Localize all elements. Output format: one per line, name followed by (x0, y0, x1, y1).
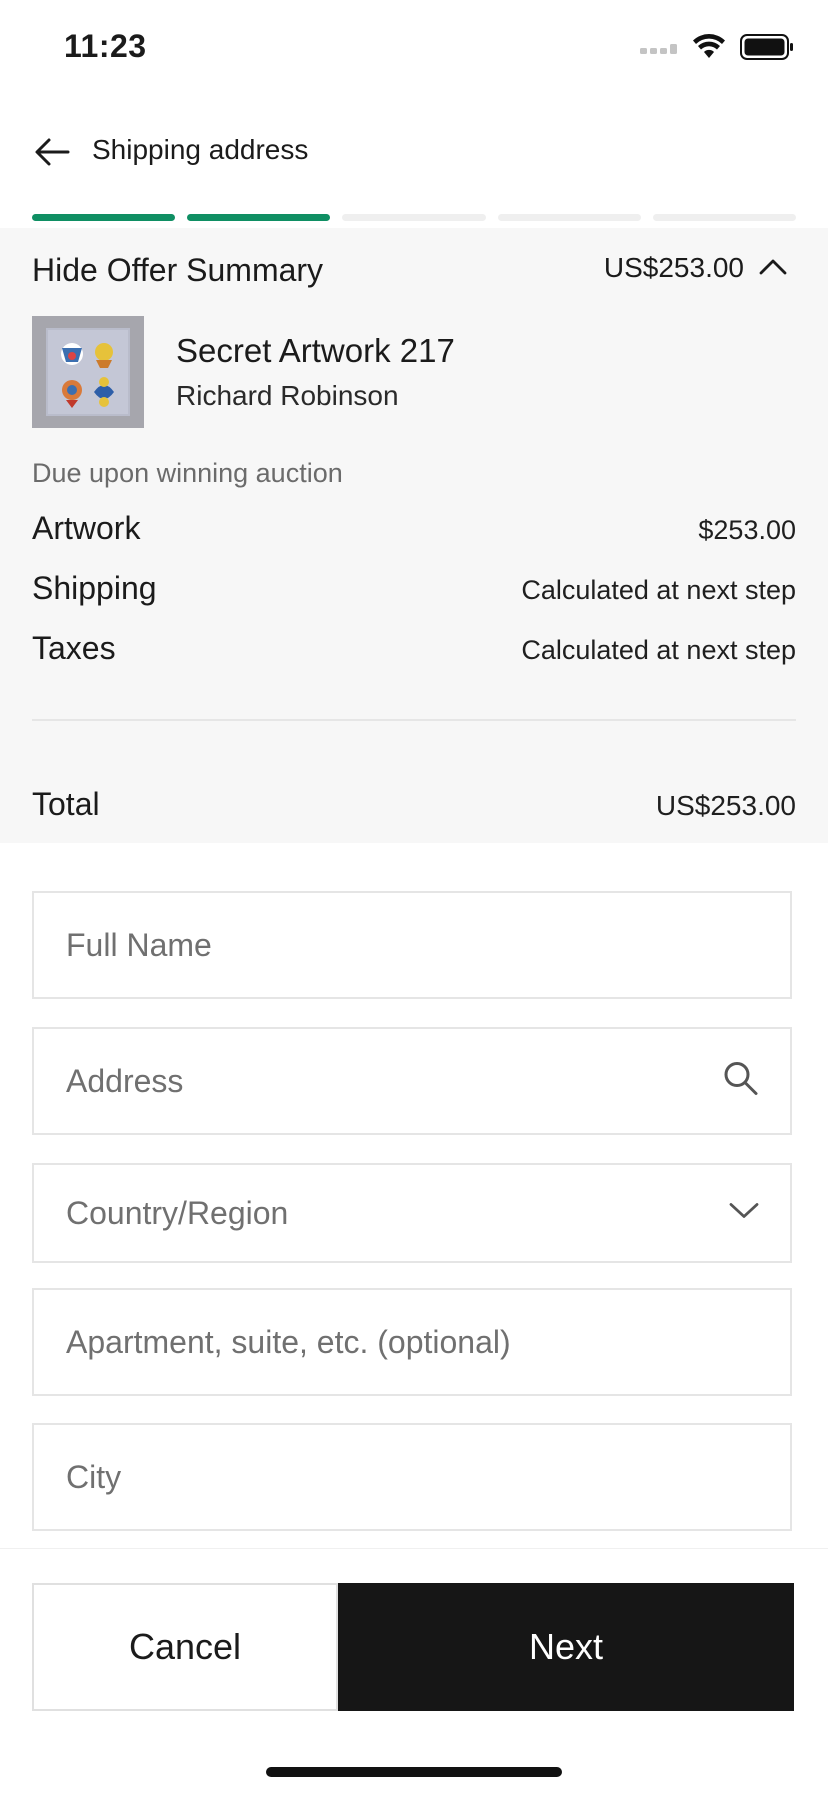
chevron-up-icon (758, 252, 788, 284)
apartment-input[interactable] (34, 1290, 790, 1394)
status-icons (640, 34, 794, 65)
step-progress (32, 214, 797, 221)
status-bar: 11:23 (0, 0, 828, 100)
line-item-value: Calculated at next step (521, 575, 796, 605)
cancel-button[interactable]: Cancel (32, 1583, 338, 1711)
status-time: 11:23 (64, 28, 147, 64)
back-button[interactable] (32, 132, 76, 176)
page-title: Shipping address (92, 134, 309, 165)
full-name-input[interactable] (34, 893, 790, 997)
hide-offer-summary-toggle[interactable]: Hide Offer Summary (32, 252, 323, 289)
city-field[interactable] (32, 1423, 792, 1531)
line-item-label: Taxes (32, 630, 116, 666)
battery-icon (740, 34, 794, 65)
summary-divider (32, 719, 796, 721)
country-region-select[interactable]: Country/Region (32, 1163, 792, 1263)
nav-header: Shipping address (0, 120, 828, 184)
chevron-down-icon (728, 1201, 760, 1226)
line-item-shipping: Shipping Calculated at next step (32, 570, 796, 607)
progress-step-4 (497, 214, 641, 221)
line-item-taxes: Taxes Calculated at next step (32, 630, 796, 667)
cellular-signal-icon (640, 40, 678, 59)
back-arrow-icon (32, 138, 72, 176)
total-value: US$253.00 (655, 790, 796, 821)
due-note: Due upon winning auction (32, 458, 343, 488)
artist-name: Richard Robinson (176, 380, 399, 411)
home-indicator (266, 1767, 562, 1777)
total-row: Total US$253.00 (32, 786, 796, 823)
search-icon[interactable] (722, 1060, 760, 1103)
full-name-field[interactable] (32, 891, 792, 999)
summary-collapse-toggle[interactable]: US$253.00 (604, 252, 788, 284)
address-input[interactable] (34, 1029, 790, 1133)
apartment-field[interactable] (32, 1288, 792, 1396)
progress-step-5 (652, 214, 797, 221)
line-item-artwork: Artwork $253.00 (32, 510, 796, 547)
line-item-label: Shipping (32, 570, 157, 606)
next-button[interactable]: Next (338, 1583, 794, 1711)
line-item-value: $253.00 (698, 515, 796, 545)
summary-header-total: US$253.00 (603, 252, 744, 283)
wifi-icon (692, 34, 726, 65)
offer-summary: Hide Offer Summary US$253.00 Secret Artw… (0, 228, 828, 843)
artwork-title: Secret Artwork 217 (176, 332, 455, 369)
total-label: Total (32, 786, 100, 822)
line-item-value: Calculated at next step (521, 635, 796, 665)
line-item-label: Artwork (32, 510, 141, 546)
progress-step-3 (342, 214, 486, 221)
artwork-thumbnail (32, 316, 144, 428)
city-input[interactable] (34, 1425, 790, 1529)
progress-step-2 (187, 214, 331, 221)
country-region-placeholder: Country/Region (66, 1194, 289, 1231)
progress-step-1 (32, 214, 176, 221)
footer-actions: Cancel Next (0, 1548, 828, 1793)
address-field[interactable] (32, 1027, 792, 1135)
